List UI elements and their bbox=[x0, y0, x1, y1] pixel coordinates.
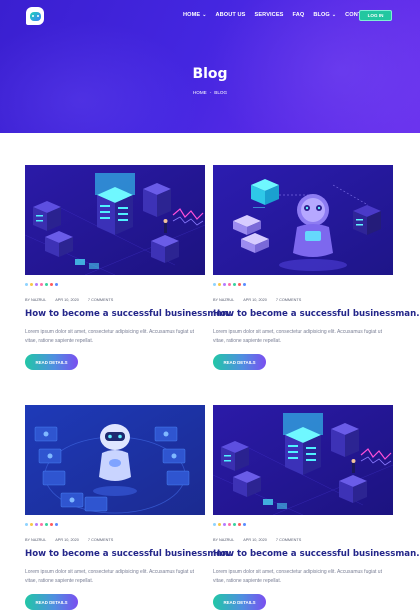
nav-about-us[interactable]: ABOUT US bbox=[215, 12, 245, 18]
server-illustration-icon bbox=[25, 165, 205, 275]
tag-dot bbox=[213, 283, 216, 286]
post-comments[interactable]: 7 COMMENTS bbox=[88, 538, 113, 542]
tag-dot bbox=[40, 283, 43, 286]
tag-dot bbox=[45, 283, 48, 286]
tag-dots bbox=[25, 283, 58, 286]
breadcrumb-home[interactable]: HOME bbox=[193, 90, 207, 95]
nav-home-label: HOME bbox=[183, 12, 201, 18]
tag-dot bbox=[40, 523, 43, 526]
post-date: APR 10, 2020 bbox=[55, 538, 79, 542]
tag-dot bbox=[213, 523, 216, 526]
nav-blog-label: BLOG bbox=[313, 12, 330, 18]
post-comments[interactable]: 7 COMMENTS bbox=[276, 538, 301, 542]
post-image-robot-screens[interactable] bbox=[25, 405, 205, 515]
tag-dot bbox=[238, 523, 241, 526]
post-comments[interactable]: 7 COMMENTS bbox=[276, 298, 301, 302]
tag-dots bbox=[213, 283, 246, 286]
tag-dot bbox=[223, 523, 226, 526]
post-meta: BY NAZRUL APR 10, 2020 7 COMMENTS bbox=[25, 538, 113, 542]
post-excerpt: Lorem ipsum dolor sit amet, consectetur … bbox=[25, 569, 194, 584]
post-meta: BY NAZRUL APR 10, 2020 7 COMMENTS bbox=[213, 298, 301, 302]
robot-logo-icon bbox=[29, 11, 41, 21]
blog-card: BY NAZRUL APR 10, 2020 7 COMMENTS How to… bbox=[25, 165, 232, 375]
nav-services[interactable]: SERVICES bbox=[255, 12, 284, 18]
tag-dot bbox=[30, 523, 33, 526]
post-title[interactable]: How to become a successful businessman. bbox=[213, 549, 420, 559]
read-details-button[interactable]: READ DETAILS bbox=[213, 594, 266, 610]
tag-dot bbox=[218, 523, 221, 526]
post-date: APR 10, 2020 bbox=[243, 298, 267, 302]
breadcrumb-separator: - bbox=[209, 90, 212, 95]
tag-dot bbox=[55, 523, 58, 526]
post-title[interactable]: How to become a successful businessman. bbox=[25, 309, 232, 319]
tag-dot bbox=[50, 523, 53, 526]
post-author[interactable]: BY NAZRUL bbox=[25, 538, 46, 542]
tag-dot bbox=[55, 283, 58, 286]
tag-dot bbox=[218, 283, 221, 286]
page-title: Blog bbox=[192, 66, 228, 82]
blog-card: BY NAZRUL APR 10, 2020 7 COMMENTS How to… bbox=[25, 405, 232, 610]
tag-dot bbox=[228, 283, 231, 286]
nav-home[interactable]: HOME ⌄ bbox=[183, 12, 206, 18]
post-comments[interactable]: 7 COMMENTS bbox=[88, 298, 113, 302]
post-meta: BY NAZRUL APR 10, 2020 7 COMMENTS bbox=[25, 298, 113, 302]
nav-services-label: SERVICES bbox=[254, 12, 284, 18]
nav-faq[interactable]: FAQ bbox=[293, 12, 305, 18]
tag-dots bbox=[213, 523, 246, 526]
post-title[interactable]: How to become a successful businessman. bbox=[213, 309, 420, 319]
tag-dot bbox=[50, 283, 53, 286]
tag-dot bbox=[45, 523, 48, 526]
tag-dot bbox=[243, 523, 246, 526]
read-details-button[interactable]: READ DETAILS bbox=[25, 594, 78, 610]
tag-dot bbox=[35, 283, 38, 286]
login-button[interactable]: LOG IN bbox=[359, 10, 392, 21]
hero-banner: HOME ⌄ ABOUT US SERVICES FAQ BLOG ⌄ CONT… bbox=[0, 0, 420, 133]
nav-blog[interactable]: BLOG ⌄ bbox=[313, 12, 336, 18]
breadcrumb: HOME - BLOG bbox=[0, 90, 420, 95]
post-excerpt: Lorem ipsum dolor sit amet, consectetur … bbox=[213, 329, 382, 344]
post-excerpt: Lorem ipsum dolor sit amet, consectetur … bbox=[25, 329, 194, 344]
tag-dot bbox=[233, 283, 236, 286]
chevron-down-icon: ⌄ bbox=[202, 12, 207, 18]
post-excerpt: Lorem ipsum dolor sit amet, consectetur … bbox=[213, 569, 382, 584]
tag-dot bbox=[228, 523, 231, 526]
read-details-button[interactable]: READ DETAILS bbox=[213, 354, 266, 370]
post-author[interactable]: BY NAZRUL bbox=[213, 538, 234, 542]
main-nav: HOME ⌄ ABOUT US SERVICES FAQ BLOG ⌄ CONT… bbox=[183, 12, 373, 18]
logo[interactable] bbox=[26, 7, 44, 25]
tag-dot bbox=[25, 283, 28, 286]
tag-dot bbox=[35, 523, 38, 526]
tag-dot bbox=[238, 283, 241, 286]
tag-dot bbox=[243, 283, 246, 286]
post-meta: BY NAZRUL APR 10, 2020 7 COMMENTS bbox=[213, 538, 301, 542]
blog-card: BY NAZRUL APR 10, 2020 7 COMMENTS How to… bbox=[213, 165, 420, 375]
breadcrumb-current: BLOG bbox=[214, 90, 228, 95]
post-author[interactable]: BY NAZRUL bbox=[25, 298, 46, 302]
server-illustration-icon bbox=[213, 405, 393, 515]
chevron-down-icon: ⌄ bbox=[331, 12, 337, 18]
post-image-server[interactable] bbox=[25, 165, 205, 275]
post-image-robot[interactable] bbox=[213, 165, 393, 275]
post-date: APR 10, 2020 bbox=[55, 298, 79, 302]
blog-card: BY NAZRUL APR 10, 2020 7 COMMENTS How to… bbox=[213, 405, 420, 610]
post-image-server[interactable] bbox=[213, 405, 393, 515]
tag-dot bbox=[30, 283, 33, 286]
robot-screens-illustration-icon bbox=[25, 405, 205, 515]
robot-illustration-icon bbox=[213, 165, 393, 275]
tag-dot bbox=[233, 523, 236, 526]
post-title[interactable]: How to become a successful businessman. bbox=[25, 549, 232, 559]
read-details-button[interactable]: READ DETAILS bbox=[25, 354, 78, 370]
post-date: APR 10, 2020 bbox=[243, 538, 267, 542]
tag-dot bbox=[25, 523, 28, 526]
tag-dots bbox=[25, 523, 58, 526]
nav-faq-label: FAQ bbox=[292, 12, 305, 18]
tag-dot bbox=[223, 283, 226, 286]
post-author[interactable]: BY NAZRUL bbox=[213, 298, 234, 302]
nav-about-us-label: ABOUT US bbox=[215, 12, 246, 18]
